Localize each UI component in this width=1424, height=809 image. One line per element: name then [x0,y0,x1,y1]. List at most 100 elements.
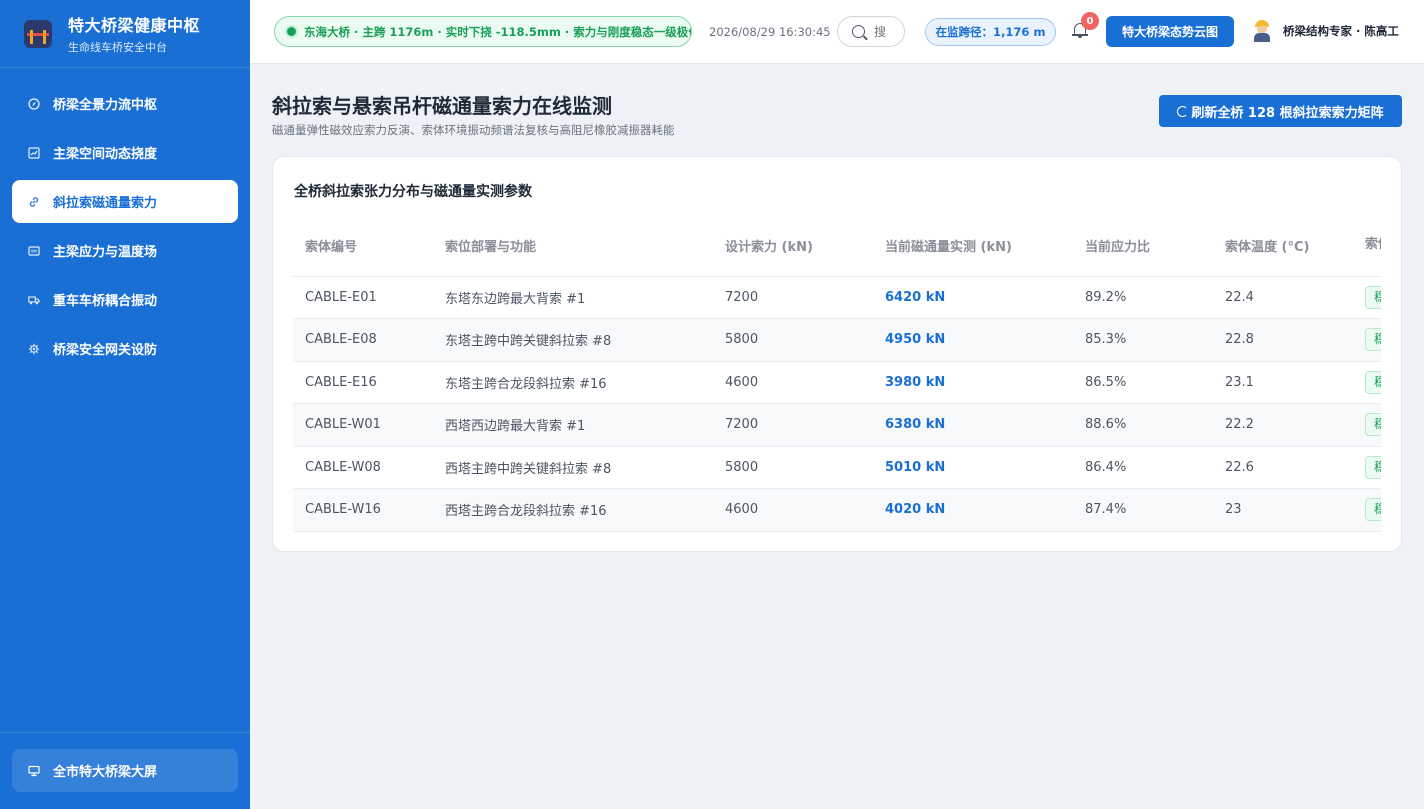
design-force: 5800 [713,446,873,489]
sidebar-item-label: 斜拉索磁通量索力 [53,196,158,211]
cable-id: CABLE-W01 [293,403,433,447]
page-subtitle: 磁通量弹性磁效应索力反演、索体环境振动频谱法复核与高阻尼橡胶减振器耗能 [272,123,675,137]
monitored-span-badge: 在监跨径：1,176 m [925,18,1056,46]
flux-force: 6420 kN [873,276,1073,319]
cable-id: CABLE-E16 [293,361,433,404]
sidebar-item-deflection[interactable]: 主梁空间动态挠度 [12,131,238,174]
gear-icon [28,343,40,355]
table-scroll-area[interactable]: 索体编号 索位部署与功能 设计索力 (kN) 当前磁通量实测 (kN) 当前应力… [293,215,1381,533]
truck-icon [28,294,40,306]
bridge-status-text: 东海大桥 · 主跨 1176m · 实时下挠 -118.5mm · 索力与刚度稳… [304,24,692,39]
cable-position: 西塔西边跨最大背索 #1 [433,403,713,447]
cable-temperature: 22.8 [1213,318,1353,362]
sidebar-nav: 桥梁全景力流中枢 主梁空间动态挠度 斜拉索磁通量索力 主梁应力与温度场 重车车桥… [0,68,250,370]
refresh-matrix-button[interactable]: 刷新全桥 128 根斜拉索索力矩阵 [1159,95,1402,127]
column-header[interactable]: 当前应力比 [1073,215,1213,277]
column-header[interactable]: 索位部署与功能 [433,215,713,277]
search-input[interactable] [874,24,904,39]
table-row[interactable]: CABLE-E01 东塔东边跨最大背索 #1 7200 6420 kN 89.2… [293,276,1381,319]
page-title: 斜拉索与悬索吊杆磁通量索力在线监测 [272,94,612,118]
cable-table: 索体编号 索位部署与功能 设计索力 (kN) 当前磁通量实测 (kN) 当前应力… [293,215,1381,532]
brand-subtitle: 生命线车桥安全中台 [68,41,167,54]
design-force: 5800 [713,318,873,362]
design-force: 7200 [713,276,873,319]
sensor-icon [28,245,40,257]
flux-force: 6380 kN [873,403,1073,447]
cable-id: CABLE-W16 [293,488,433,532]
cable-position: 东塔主跨中跨关键斜拉索 #8 [433,318,713,362]
flux-force: 4020 kN [873,488,1073,532]
cable-id: CABLE-W08 [293,446,433,489]
line-chart-icon [28,146,40,159]
column-header[interactable]: 当前磁通量实测 (kN) [873,215,1073,277]
cable-temperature: 22.4 [1213,276,1353,319]
cable-id: CABLE-E01 [293,276,433,319]
compass-icon [28,97,40,110]
brand-title: 特大桥梁健康中枢 [68,16,201,35]
status-badge: 稳定 [1365,455,1381,479]
sidebar-item-gateway[interactable]: 桥梁安全网关设防 [12,327,238,370]
table-row[interactable]: CABLE-E08 东塔主跨中跨关键斜拉索 #8 5800 4950 kN 85… [293,318,1381,362]
sidebar-item-label: 重车车桥耦合振动 [53,294,158,309]
cable-temperature: 23 [1213,488,1353,532]
sidebar-item-vibration[interactable]: 重车车桥耦合振动 [12,278,238,321]
status-badge: 稳定 [1365,285,1381,309]
table-row[interactable]: CABLE-W08 西塔主跨中跨关键斜拉索 #8 5800 5010 kN 86… [293,446,1381,489]
notification-badge: 0 [1081,12,1099,30]
monitor-icon [28,765,40,777]
link-icon [28,196,40,208]
table-row[interactable]: CABLE-E16 东塔主跨合龙段斜拉索 #16 4600 3980 kN 86… [293,361,1381,404]
sidebar-item-overview[interactable]: 桥梁全景力流中枢 [12,82,238,125]
city-big-screen-button[interactable]: 全市特大桥梁大屏 [12,749,238,792]
cable-position: 东塔主跨合龙段斜拉索 #16 [433,361,713,404]
cable-temperature: 23.1 [1213,361,1353,404]
cable-tension-card: 全桥斜拉索张力分布与磁通量实测参数 索体编号 索位部署与功能 设计索力 (kN)… [272,156,1402,552]
sidebar-item-stress-temperature[interactable]: 主梁应力与温度场 [12,229,238,272]
sidebar-footer: 全市特大桥梁大屏 [0,732,250,809]
table-header-row: 索体编号 索位部署与功能 设计索力 (kN) 当前磁通量实测 (kN) 当前应力… [293,215,1381,277]
status-badge: 稳定 [1365,413,1381,437]
column-header[interactable]: 索体编号 [293,215,433,277]
sidebar: 特大桥梁健康中枢 生命线车桥安全中台 桥梁全景力流中枢 主梁空间动态挠度 斜拉索… [0,0,250,809]
search-icon [852,25,865,38]
flux-force: 5010 kN [873,446,1073,489]
stress-ratio: 85.3% [1073,318,1213,362]
card-title: 全桥斜拉索张力分布与磁通量实测参数 [294,184,532,200]
datetime: 2026/08/29 16:30:45 [709,25,831,39]
status-dot-icon [287,27,296,36]
search-box[interactable] [837,16,905,47]
design-force: 7200 [713,403,873,447]
stress-ratio: 87.4% [1073,488,1213,532]
table-row[interactable]: CABLE-W01 西塔西边跨最大背索 #1 7200 6380 kN 88.6… [293,403,1381,447]
design-force: 4600 [713,361,873,404]
status-badge: 稳定 [1365,328,1381,352]
situation-map-button[interactable]: 特大桥梁态势云图 [1106,16,1234,47]
status-badge: 稳定 [1365,498,1381,522]
cable-id: CABLE-E08 [293,318,433,362]
user-profile[interactable]: 桥梁结构专家 · 陈高工 [1253,20,1399,42]
top-header: 东海大桥 · 主跨 1176m · 实时下挠 -118.5mm · 索力与刚度稳… [250,0,1424,64]
city-big-screen-label: 全市特大桥梁大屏 [53,765,158,780]
sidebar-item-cable-force[interactable]: 斜拉索磁通量索力 [12,180,238,223]
brand: 特大桥梁健康中枢 生命线车桥安全中台 [0,0,250,68]
table-row[interactable]: CABLE-W16 西塔主跨合龙段斜拉索 #16 4600 4020 kN 87… [293,488,1381,532]
cable-temperature: 22.2 [1213,403,1353,447]
flux-force: 3980 kN [873,361,1073,404]
stress-ratio: 89.2% [1073,276,1213,319]
column-header[interactable]: 索体状态 [1353,215,1381,277]
flux-force: 4950 kN [873,318,1073,362]
column-header[interactable]: 索体温度 (°C) [1213,215,1353,277]
cable-position: 东塔东边跨最大背索 #1 [433,276,713,319]
sidebar-item-label: 桥梁安全网关设防 [53,343,158,358]
column-header[interactable]: 设计索力 (kN) [713,215,873,277]
avatar [1253,20,1271,42]
refresh-button-label: 刷新全桥 128 根斜拉索索力矩阵 [1191,105,1384,121]
cable-position: 西塔主跨中跨关键斜拉索 #8 [433,446,713,489]
stress-ratio: 88.6% [1073,403,1213,447]
stress-ratio: 86.5% [1073,361,1213,404]
cable-temperature: 22.6 [1213,446,1353,489]
cable-position: 西塔主跨合龙段斜拉索 #16 [433,488,713,532]
sidebar-item-label: 主梁空间动态挠度 [53,147,158,162]
bridge-status-pill: 东海大桥 · 主跨 1176m · 实时下挠 -118.5mm · 索力与刚度稳… [274,16,692,47]
stress-ratio: 86.4% [1073,446,1213,489]
